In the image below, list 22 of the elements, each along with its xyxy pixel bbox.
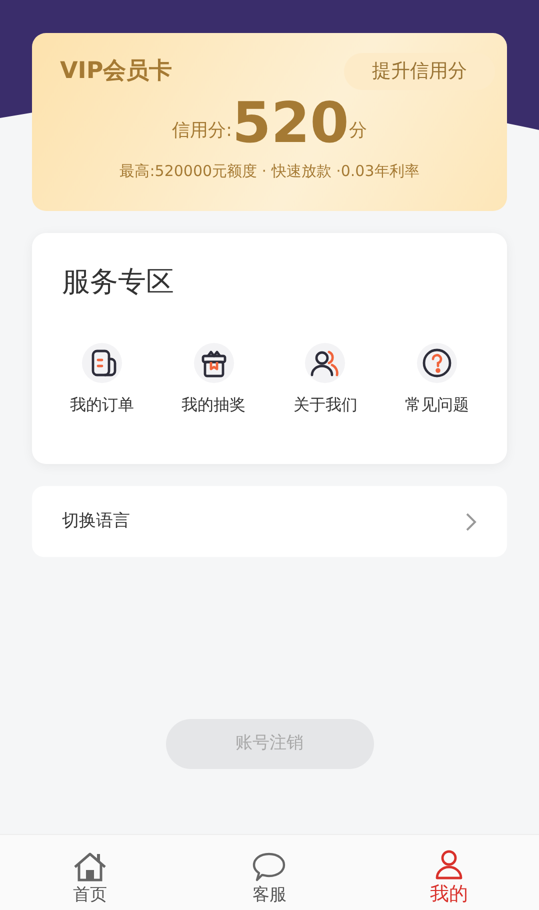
settings-row[interactable]: 切换语言 xyxy=(32,486,507,557)
card-title: VIP会员卡 xyxy=(60,57,172,86)
gift-icon xyxy=(192,341,236,385)
perks-text: 最高:520000元额度 · 快速放款 ·0.03年利率 xyxy=(118,160,420,182)
section-title: 服务专区 xyxy=(62,264,175,300)
score-label: 信用分: xyxy=(172,118,232,142)
score-value: 520 xyxy=(232,92,349,156)
nav-tab[interactable]: 我的 xyxy=(359,835,539,910)
service-item[interactable]: 常见问题 xyxy=(381,341,493,417)
document-icon xyxy=(80,341,124,385)
nav-tab[interactable]: 首页 xyxy=(0,835,180,910)
chat-icon xyxy=(251,850,288,882)
service-item[interactable]: 我的抽奖 xyxy=(158,341,270,417)
boost-score-button[interactable]: 提升信用分 xyxy=(344,53,495,90)
service-item[interactable]: 关于我们 xyxy=(270,341,382,417)
question-icon xyxy=(415,341,460,385)
chevron-right-icon xyxy=(465,512,477,532)
score-unit: 分 xyxy=(348,118,367,142)
home-icon xyxy=(72,850,108,882)
service-item[interactable]: 我的订单 xyxy=(46,341,158,417)
people-icon xyxy=(303,341,348,385)
nav-tab[interactable]: 客服 xyxy=(180,835,360,910)
